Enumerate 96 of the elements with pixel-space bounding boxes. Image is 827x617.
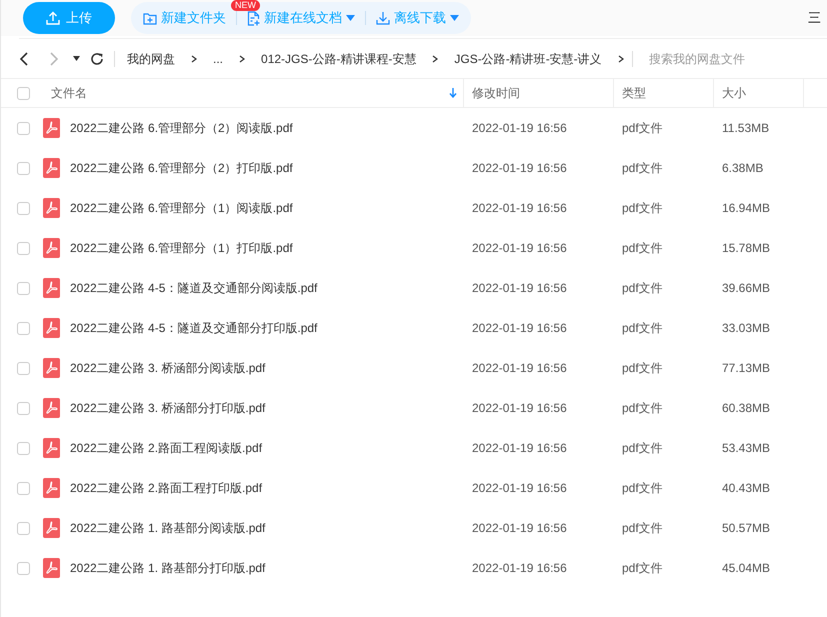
- checkbox[interactable]: [16, 242, 30, 254]
- checkbox[interactable]: [16, 362, 30, 374]
- upload-icon: [46, 11, 60, 25]
- file-type: pdf文件: [622, 121, 663, 135]
- file-type: pdf文件: [622, 281, 663, 295]
- file-name[interactable]: 2022二建公路 2.路面工程打印版.pdf: [70, 479, 262, 497]
- new-folder-icon: [143, 12, 157, 24]
- file-name[interactable]: 2022二建公路 6.管理部分（2）阅读版.pdf: [70, 119, 293, 137]
- file-size: 53.43MB: [722, 441, 770, 455]
- modified-time: 2022-01-19 16:56: [472, 481, 567, 495]
- file-type: pdf文件: [622, 441, 663, 455]
- file-type: pdf文件: [622, 201, 663, 215]
- pdf-file-icon: [43, 558, 60, 578]
- column-header[interactable]: 文件名: [43, 79, 463, 107]
- file-type: pdf文件: [622, 321, 663, 335]
- checkbox[interactable]: [16, 282, 30, 294]
- pdf-file-icon: [43, 358, 60, 378]
- file-name[interactable]: 2022二建公路 2.路面工程阅读版.pdf: [70, 439, 262, 457]
- file-size: 77.13MB: [722, 361, 770, 375]
- modified-time: 2022-01-19 16:56: [472, 561, 567, 575]
- pdf-file-icon: [43, 238, 60, 258]
- file-size: 39.66MB: [722, 281, 770, 295]
- file-name[interactable]: 2022二建公路 4-5：隧道及交通部分打印版.pdf: [70, 319, 318, 337]
- breadcrumb-link[interactable]: ...: [213, 50, 224, 68]
- file-size: 40.43MB: [722, 481, 770, 495]
- file-type: pdf文件: [622, 561, 663, 575]
- file-size: 60.38MB: [722, 401, 770, 415]
- file-size: 6.38MB: [722, 161, 764, 175]
- checkbox[interactable]: [16, 482, 30, 494]
- file-size: 50.57MB: [722, 521, 770, 535]
- pdf-file-icon: [43, 158, 60, 178]
- file-name[interactable]: 2022二建公路 6.管理部分（1）阅读版.pdf: [70, 199, 293, 217]
- modified-time: 2022-01-19 16:56: [472, 241, 567, 255]
- select-all-checkbox[interactable]: [16, 86, 30, 100]
- checkbox[interactable]: [16, 322, 30, 334]
- file-size: 16.94MB: [722, 201, 770, 215]
- breadcrumb-link[interactable]: 012-JGS-公路-精讲课程-安慧: [261, 50, 416, 68]
- file-size: 15.78MB: [722, 241, 770, 255]
- chevron-icon: [432, 54, 438, 62]
- checkbox[interactable]: [16, 522, 30, 534]
- modified-time: 2022-01-19 16:56: [472, 441, 567, 455]
- checkbox[interactable]: [16, 442, 30, 454]
- file-name[interactable]: 2022二建公路 1. 路基部分阅读版.pdf: [70, 519, 266, 537]
- file-name[interactable]: 2022二建公路 3. 桥涵部分阅读版.pdf: [70, 359, 266, 377]
- pdf-file-icon: [43, 518, 60, 538]
- modified-time: 2022-01-19 16:56: [472, 521, 567, 535]
- file-type: pdf文件: [622, 521, 663, 535]
- modified-time: 2022-01-19 16:56: [472, 121, 567, 135]
- dropdown-caret-icon[interactable]: [73, 56, 80, 61]
- file-type: pdf文件: [622, 401, 663, 415]
- file-name[interactable]: 2022二建公路 3. 桥涵部分打印版.pdf: [70, 399, 266, 417]
- file-name[interactable]: 2022二建公路 1. 路基部分打印版.pdf: [70, 559, 266, 577]
- download-icon: [376, 11, 390, 25]
- file-type: pdf文件: [622, 361, 663, 375]
- file-name[interactable]: 2022二建公路 6.管理部分（2）打印版.pdf: [70, 159, 293, 177]
- checkbox[interactable]: [16, 402, 30, 414]
- file-size: 11.53MB: [722, 121, 770, 135]
- column-header[interactable]: 类型: [613, 79, 713, 107]
- chevron-icon: [618, 54, 624, 62]
- checkbox[interactable]: [16, 122, 30, 134]
- pdf-file-icon: [43, 478, 60, 498]
- forward-icon[interactable]: [49, 52, 59, 66]
- modified-time: 2022-01-19 16:56: [472, 361, 567, 375]
- column-header[interactable]: 大小: [713, 79, 803, 107]
- new-document-icon: [247, 10, 260, 26]
- back-icon[interactable]: [19, 52, 29, 66]
- chevron-icon: [191, 54, 197, 62]
- refresh-icon[interactable]: [90, 52, 104, 66]
- breadcrumb-link[interactable]: 我的网盘: [127, 50, 175, 68]
- checkbox[interactable]: [16, 202, 30, 214]
- pdf-file-icon: [43, 118, 60, 138]
- pdf-file-icon: [43, 438, 60, 458]
- modified-time: 2022-01-19 16:56: [472, 201, 567, 215]
- modified-time: 2022-01-19 16:56: [472, 321, 567, 335]
- breadcrumb-link[interactable]: JGS-公路-精讲班-安慧-讲义: [454, 50, 602, 68]
- file-type: pdf文件: [622, 241, 663, 255]
- column-header[interactable]: 修改时间: [463, 79, 613, 107]
- file-size: 45.04MB: [722, 561, 770, 575]
- pdf-file-icon: [43, 278, 60, 298]
- file-type: pdf文件: [622, 481, 663, 495]
- file-name[interactable]: 2022二建公路 6.管理部分（1）打印版.pdf: [70, 239, 293, 257]
- modified-time: 2022-01-19 16:56: [472, 281, 567, 295]
- search-field[interactable]: 搜索我的网盘文件: [649, 50, 809, 68]
- view-menu-icon[interactable]: 三: [808, 8, 821, 28]
- file-name[interactable]: 2022二建公路 4-5：隧道及交通部分阅读版.pdf: [70, 279, 318, 297]
- pdf-file-icon: [43, 198, 60, 218]
- modified-time: 2022-01-19 16:56: [472, 161, 567, 175]
- pdf-file-icon: [43, 318, 60, 338]
- modified-time: 2022-01-19 16:56: [472, 401, 567, 415]
- checkbox[interactable]: [16, 162, 30, 174]
- checkbox[interactable]: [16, 562, 30, 574]
- file-type: pdf文件: [622, 161, 663, 175]
- pdf-file-icon: [43, 398, 60, 418]
- file-size: 33.03MB: [722, 321, 770, 335]
- chevron-icon: [239, 54, 246, 62]
- new-badge: NEW: [231, 0, 260, 11]
